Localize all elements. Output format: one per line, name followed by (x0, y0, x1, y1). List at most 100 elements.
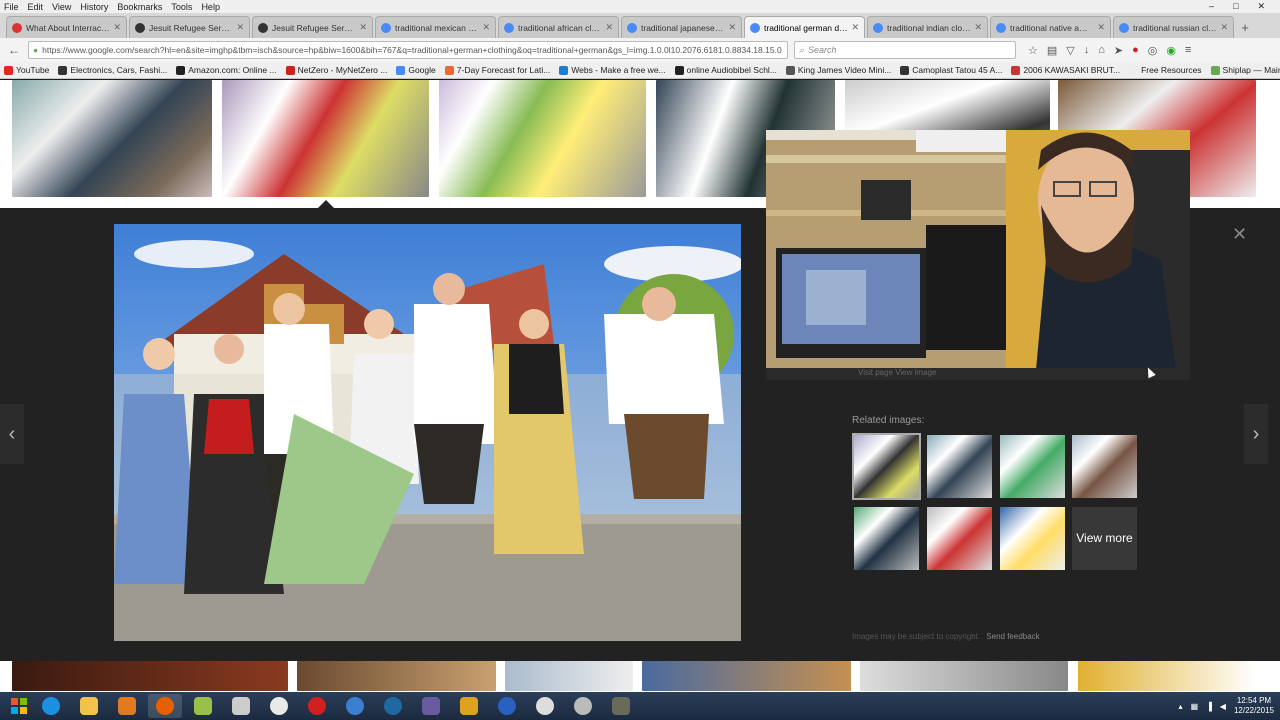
blue-app-icon[interactable] (338, 694, 372, 718)
tab-close-icon[interactable]: ✕ (851, 22, 859, 33)
view-more-button[interactable]: View more (1072, 507, 1137, 570)
minimize-button[interactable]: – (1209, 1, 1214, 12)
result-image[interactable] (642, 661, 851, 691)
next-image-button[interactable]: › (1244, 404, 1268, 464)
result-image[interactable] (505, 661, 633, 691)
tab-close-icon[interactable]: ✕ (482, 22, 490, 33)
related-image[interactable] (854, 507, 919, 570)
maximize-button[interactable]: □ (1233, 1, 1238, 12)
menu-file[interactable]: File (4, 2, 19, 12)
pocket-icon[interactable]: ▽ (1066, 44, 1074, 57)
tab-close-icon[interactable]: ✕ (359, 22, 367, 33)
camera-app-icon[interactable] (604, 694, 638, 718)
browser-tab[interactable]: traditional native ame... ✕ (990, 16, 1111, 38)
extension-icon[interactable]: ◉ (1166, 44, 1176, 57)
bookmark-item[interactable]: 2006 KAWASAKI BRUT... (1011, 65, 1120, 75)
result-image[interactable] (12, 80, 212, 197)
menu-edit[interactable]: Edit (28, 2, 44, 12)
tab-close-icon[interactable]: ✕ (236, 22, 244, 33)
related-image[interactable] (1000, 435, 1065, 498)
webcam-app-icon[interactable] (528, 694, 562, 718)
browser-tab[interactable]: Jesuit Refugee Service ...✕ (129, 16, 250, 38)
tab-close-icon[interactable]: ✕ (605, 22, 613, 33)
preview-image[interactable] (114, 224, 741, 641)
back-button[interactable]: ← (6, 42, 22, 58)
menu-help[interactable]: Help (201, 2, 220, 12)
tab-close-icon[interactable]: ✕ (728, 22, 736, 33)
prev-image-button[interactable]: ‹ (0, 404, 24, 464)
new-tab-button[interactable]: + (1236, 16, 1254, 38)
notes-app-icon[interactable] (186, 694, 220, 718)
bookmark-item[interactable]: NetZero - MyNetZero ... (285, 65, 387, 75)
bookmark-item[interactable]: King James Video Mini... (785, 65, 891, 75)
bookmark-item[interactable]: Google (396, 65, 436, 75)
signal-icon[interactable]: ▐ (1206, 702, 1212, 711)
result-image[interactable] (439, 80, 646, 197)
related-image[interactable] (852, 433, 921, 500)
browser-tab[interactable]: traditional african clot... ✕ (498, 16, 619, 38)
search-field[interactable]: ⌕ Search (794, 41, 1016, 59)
globe-app-icon[interactable] (490, 694, 524, 718)
network-icon[interactable]: ▦ (1191, 702, 1199, 711)
bookmark-item[interactable]: Free Resources (1129, 65, 1202, 75)
download-icon[interactable]: ↓ (1084, 44, 1090, 57)
home-icon[interactable]: ⌂ (1098, 44, 1105, 57)
game-app-icon[interactable] (452, 694, 486, 718)
menu-view[interactable]: View (52, 2, 71, 12)
bookmark-item[interactable]: YouTube (4, 65, 49, 75)
related-image[interactable] (927, 435, 992, 498)
bookmark-item[interactable]: Shiplap — Maine Ceda... (1210, 65, 1280, 75)
send-icon[interactable]: ➤ (1114, 44, 1123, 57)
paint-app-icon[interactable] (262, 694, 296, 718)
browser-tab[interactable]: What About Interracia... ✕ (6, 16, 127, 38)
bookmark-item[interactable]: Electronics, Cars, Fashi... (58, 65, 167, 75)
tab-close-icon[interactable]: ✕ (113, 22, 121, 33)
browser-tab[interactable]: Jesuit Refugee Service ...✕ (252, 16, 373, 38)
browser-tab[interactable]: traditional german da... ✕ (744, 16, 865, 38)
dxtory-app-icon[interactable] (414, 694, 448, 718)
file-explorer-icon[interactable] (72, 694, 106, 718)
bookmark-item[interactable]: Camoplast Tatou 45 A... (900, 65, 1002, 75)
close-window-button[interactable]: ✕ (1257, 1, 1265, 12)
result-image[interactable] (12, 661, 288, 691)
firefox-icon[interactable] (148, 694, 182, 718)
bookmark-item[interactable]: 7-Day Forecast for Lati... (444, 65, 550, 75)
media-player-icon[interactable] (110, 694, 144, 718)
close-preview-button[interactable]: ✕ (1232, 224, 1247, 245)
browser-tab[interactable]: traditional russian clot... ✕ (1113, 16, 1234, 38)
result-image[interactable] (297, 661, 496, 691)
start-button[interactable] (4, 693, 34, 719)
reload-icon[interactable]: ↻ (782, 45, 787, 56)
result-image[interactable] (1078, 661, 1256, 691)
volume-icon[interactable]: ◀ (1220, 702, 1226, 711)
tab-close-icon[interactable]: ✕ (1097, 22, 1105, 33)
network-app-icon[interactable] (224, 694, 258, 718)
result-image[interactable] (222, 80, 429, 197)
browser-tab[interactable]: traditional mexican dr... ✕ (375, 16, 496, 38)
capture-app-icon[interactable] (566, 694, 600, 718)
reading-list-icon[interactable]: ▤ (1047, 44, 1057, 57)
recorder-app-icon[interactable] (376, 694, 410, 718)
bookmark-item[interactable]: online Audiobibel Schl... (674, 65, 777, 75)
browser-tab[interactable]: traditional indian clot... ✕ (867, 16, 988, 38)
url-bar[interactable]: ● https://www.google.com/search?hl=en&si… (28, 41, 788, 59)
bookmark-item[interactable]: Amazon.com: Online ... (176, 65, 277, 75)
tab-close-icon[interactable]: ✕ (974, 22, 982, 33)
star-icon[interactable]: ☆ (1028, 44, 1038, 57)
red-app-icon[interactable] (300, 694, 334, 718)
clock[interactable]: 12:54 PM 12/22/2015 (1234, 696, 1274, 716)
menu-history[interactable]: History (80, 2, 108, 12)
internet-explorer-icon[interactable] (34, 694, 68, 718)
menu-bookmarks[interactable]: Bookmarks (117, 2, 162, 12)
hamburger-menu-icon[interactable]: ≡ (1185, 44, 1191, 57)
related-image[interactable] (1000, 507, 1065, 570)
adblock-icon[interactable]: ● (1132, 44, 1139, 57)
menu-tools[interactable]: Tools (171, 2, 192, 12)
bookmark-item[interactable]: Webs - Make a free we... (559, 65, 666, 75)
result-image[interactable] (860, 661, 1068, 691)
tray-chevron-icon[interactable]: ▴ (1179, 702, 1183, 711)
chat-icon[interactable]: ◎ (1148, 44, 1158, 57)
related-image[interactable] (927, 507, 992, 570)
related-image[interactable] (1072, 435, 1137, 498)
browser-tab[interactable]: traditional japanese w... ✕ (621, 16, 742, 38)
